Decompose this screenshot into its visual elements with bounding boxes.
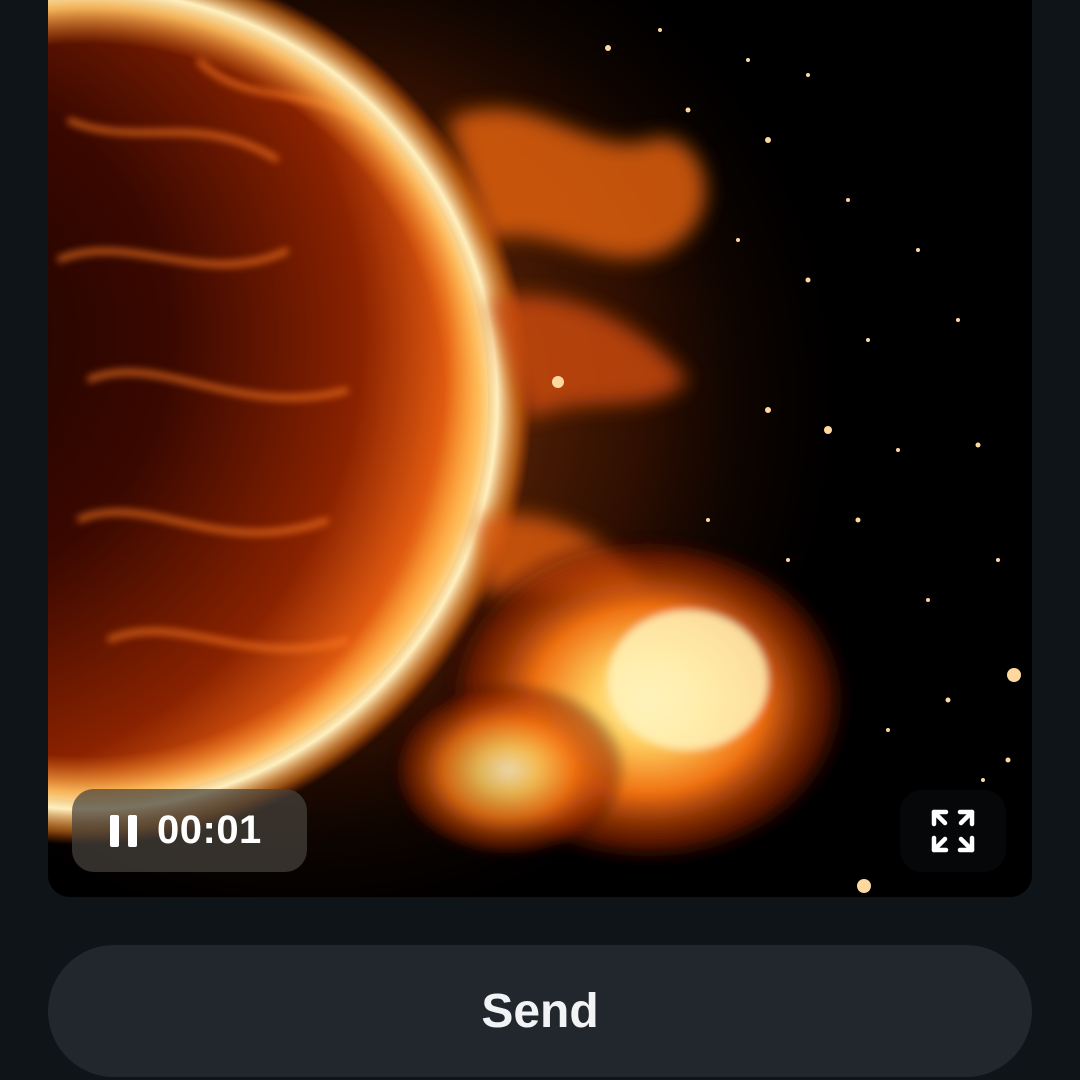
send-button[interactable]: Send <box>48 945 1032 1077</box>
expand-arrows-icon <box>931 809 975 853</box>
video-timecode: 00:01 <box>157 808 262 852</box>
media-send-screen: 00:01 Send <box>0 0 1080 1080</box>
playback-control[interactable]: 00:01 <box>72 789 307 872</box>
fullscreen-button[interactable] <box>900 790 1006 872</box>
video-frame-solar-flare <box>48 0 1032 897</box>
video-player[interactable]: 00:01 <box>48 0 1032 897</box>
pause-icon[interactable] <box>110 814 137 847</box>
